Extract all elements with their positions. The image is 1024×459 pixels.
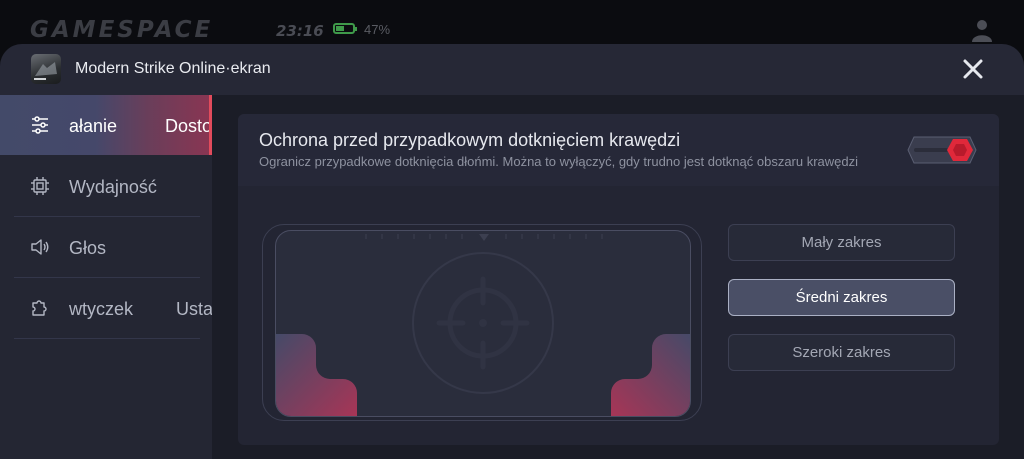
sidebar-item-label-right: Dosto xyxy=(165,116,212,136)
sidebar-item-label: Głos xyxy=(69,238,107,258)
setting-row: Ochrona przed przypadkowym dotknięciem k… xyxy=(238,114,999,186)
sidebar-item-label: ałanie xyxy=(69,116,118,136)
edge-area-preview xyxy=(262,224,702,421)
app-icon xyxy=(31,54,61,84)
sidebar: ałanie Dosto Wydajność Głos wtyczek Usta xyxy=(0,95,212,459)
status-time: 23:16 xyxy=(276,22,324,40)
battery-percent: 47% xyxy=(364,22,391,37)
user-icon[interactable] xyxy=(970,18,994,42)
puzzle-icon xyxy=(32,300,47,316)
sidebar-item-plugins[interactable]: wtyczek Usta xyxy=(0,278,212,338)
main-content: Ochrona przed przypadkowym dotknięciem k… xyxy=(212,95,1024,459)
sidebar-item-label-right: Usta xyxy=(176,299,212,319)
speaker-icon xyxy=(31,239,49,255)
chip-icon xyxy=(31,177,49,195)
phone-screen-preview xyxy=(275,230,691,417)
sidebar-item-adjust[interactable]: ałanie Dosto xyxy=(0,95,212,155)
gamespace-logo: GAMESPACE xyxy=(30,17,214,43)
sidebar-item-label: Wydajność xyxy=(69,177,157,197)
panel-header: Modern Strike Online·ekran xyxy=(0,44,1024,96)
setting-description: Ogranicz przypadkowe dotknięcia dłońmi. … xyxy=(259,154,859,169)
medium-range-button[interactable]: Średni zakres xyxy=(728,279,955,316)
divider xyxy=(14,338,200,339)
crosshair-preview xyxy=(276,234,690,416)
battery-icon xyxy=(333,23,357,34)
sidebar-item-performance[interactable]: Wydajność xyxy=(0,156,212,216)
edge-protection-toggle[interactable] xyxy=(906,135,978,165)
header-title: Modern Strike Online·ekran xyxy=(75,60,271,77)
sidebar-item-voice[interactable]: Głos xyxy=(0,217,212,277)
wide-range-button[interactable]: Szeroki zakres xyxy=(728,334,955,371)
setting-title: Ochrona przed przypadkowym dotknięciem k… xyxy=(259,130,681,150)
sliders-icon xyxy=(32,116,48,134)
edge-protection-card: Ochrona przed przypadkowym dotknięciem k… xyxy=(238,114,999,445)
small-range-button[interactable]: Mały zakres xyxy=(728,224,955,261)
close-icon[interactable] xyxy=(960,56,986,82)
sidebar-item-label: wtyczek xyxy=(69,299,134,319)
